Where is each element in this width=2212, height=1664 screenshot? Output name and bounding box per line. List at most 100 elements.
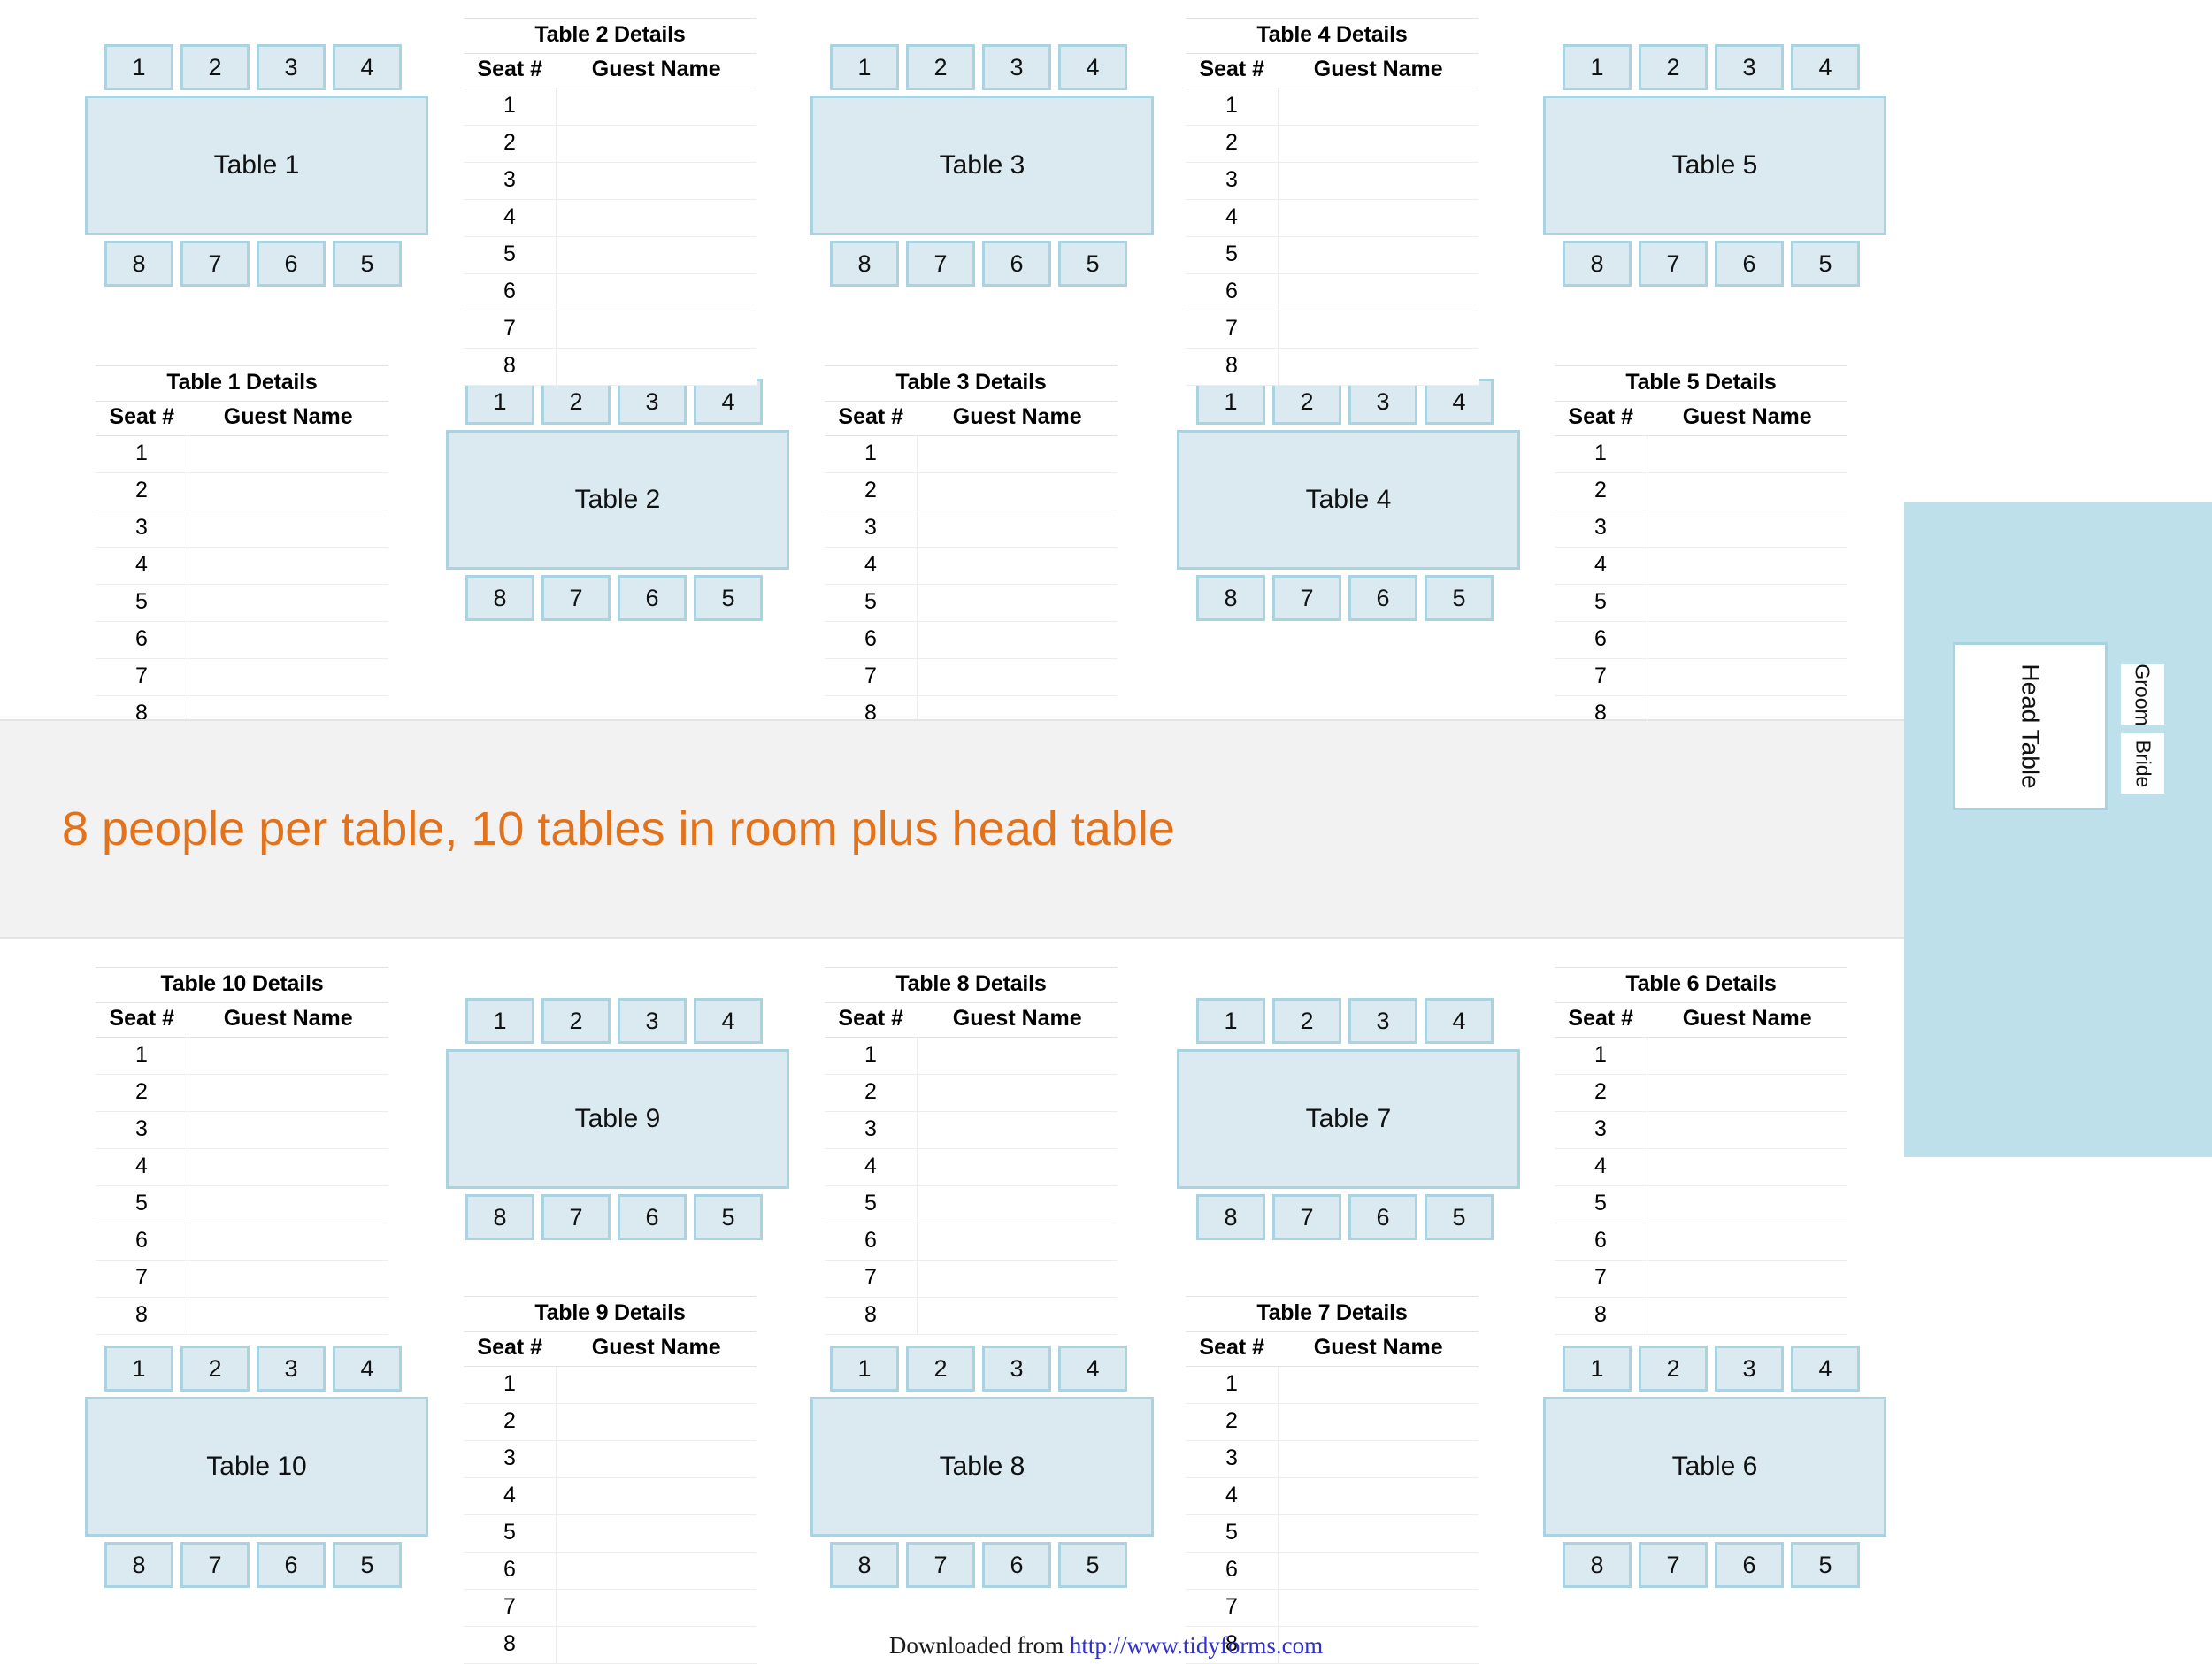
seat-3[interactable]: 3 — [982, 1346, 1051, 1392]
seat-6[interactable]: 6 — [257, 1542, 326, 1588]
guest-name-cell[interactable] — [1278, 1440, 1479, 1478]
table-body-1[interactable]: Table 1 — [85, 96, 428, 235]
guest-name-cell[interactable] — [917, 1185, 1118, 1223]
seat-1[interactable]: 1 — [104, 1346, 173, 1392]
seat-7[interactable]: 7 — [906, 1542, 975, 1588]
guest-name-cell[interactable] — [1278, 1477, 1479, 1515]
seat-7[interactable]: 7 — [1272, 575, 1341, 621]
table-body-10[interactable]: Table 10 — [85, 1397, 428, 1537]
guest-name-cell[interactable] — [917, 1037, 1118, 1075]
guest-name-cell[interactable] — [917, 621, 1118, 659]
seat-6[interactable]: 6 — [1348, 1194, 1417, 1240]
guest-name-cell[interactable] — [917, 472, 1118, 510]
guest-name-cell[interactable] — [1647, 584, 1847, 622]
guest-name-cell[interactable] — [188, 1074, 388, 1112]
guest-name-cell[interactable] — [556, 162, 757, 200]
seat-6[interactable]: 6 — [618, 575, 687, 621]
guest-name-cell[interactable] — [1647, 1111, 1847, 1149]
seat-6[interactable]: 6 — [1715, 1542, 1784, 1588]
seat-1[interactable]: 1 — [1563, 1346, 1632, 1392]
guest-name-cell[interactable] — [188, 1260, 388, 1298]
seat-8[interactable]: 8 — [830, 241, 899, 287]
guest-name-cell[interactable] — [1278, 1403, 1479, 1441]
guest-name-cell[interactable] — [1278, 199, 1479, 237]
guest-name-cell[interactable] — [1278, 273, 1479, 311]
guest-name-cell[interactable] — [1278, 125, 1479, 163]
guest-name-cell[interactable] — [1278, 1366, 1479, 1404]
footer-source-link[interactable]: http://www.tidyforms.com — [1070, 1632, 1323, 1659]
guest-name-cell[interactable] — [1647, 547, 1847, 585]
guest-name-cell[interactable] — [188, 1037, 388, 1075]
guest-name-cell[interactable] — [188, 472, 388, 510]
guest-name-cell[interactable] — [556, 1366, 757, 1404]
seat-6[interactable]: 6 — [257, 241, 326, 287]
guest-name-cell[interactable] — [1647, 1223, 1847, 1261]
bride-seat-box[interactable]: Bride — [2118, 731, 2167, 796]
guest-name-cell[interactable] — [1647, 621, 1847, 659]
guest-name-cell[interactable] — [1647, 435, 1847, 473]
guest-name-cell[interactable] — [556, 1403, 757, 1441]
seat-8[interactable]: 8 — [104, 241, 173, 287]
guest-name-cell[interactable] — [188, 1148, 388, 1186]
guest-name-cell[interactable] — [556, 1477, 757, 1515]
seat-7[interactable]: 7 — [1639, 241, 1708, 287]
seat-2[interactable]: 2 — [541, 998, 611, 1044]
guest-name-cell[interactable] — [917, 1223, 1118, 1261]
seat-5[interactable]: 5 — [1058, 241, 1127, 287]
guest-name-cell[interactable] — [188, 1185, 388, 1223]
guest-name-cell[interactable] — [188, 1297, 388, 1335]
seat-1[interactable]: 1 — [104, 44, 173, 90]
seat-5[interactable]: 5 — [1425, 1194, 1494, 1240]
table-body-5[interactable]: Table 5 — [1543, 96, 1886, 235]
guest-name-cell[interactable] — [188, 621, 388, 659]
guest-name-cell[interactable] — [917, 584, 1118, 622]
guest-name-cell[interactable] — [1278, 162, 1479, 200]
table-body-4[interactable]: Table 4 — [1177, 430, 1520, 570]
seat-8[interactable]: 8 — [1563, 241, 1632, 287]
guest-name-cell[interactable] — [556, 199, 757, 237]
seat-2[interactable]: 2 — [180, 1346, 250, 1392]
seat-1[interactable]: 1 — [830, 44, 899, 90]
seat-3[interactable]: 3 — [618, 998, 687, 1044]
seat-7[interactable]: 7 — [906, 241, 975, 287]
guest-name-cell[interactable] — [1278, 1552, 1479, 1590]
seat-3[interactable]: 3 — [1348, 998, 1417, 1044]
guest-name-cell[interactable] — [556, 273, 757, 311]
table-body-7[interactable]: Table 7 — [1177, 1049, 1520, 1189]
guest-name-cell[interactable] — [1647, 1037, 1847, 1075]
seat-3[interactable]: 3 — [1715, 44, 1784, 90]
seat-8[interactable]: 8 — [465, 1194, 534, 1240]
seat-2[interactable]: 2 — [1272, 998, 1341, 1044]
guest-name-cell[interactable] — [1278, 88, 1479, 126]
seat-4[interactable]: 4 — [333, 1346, 402, 1392]
guest-name-cell[interactable] — [1278, 311, 1479, 349]
seat-2[interactable]: 2 — [180, 44, 250, 90]
guest-name-cell[interactable] — [1647, 472, 1847, 510]
guest-name-cell[interactable] — [188, 1111, 388, 1149]
seat-2[interactable]: 2 — [906, 1346, 975, 1392]
seat-7[interactable]: 7 — [180, 241, 250, 287]
seat-1[interactable]: 1 — [1196, 998, 1265, 1044]
guest-name-cell[interactable] — [556, 348, 757, 386]
seat-4[interactable]: 4 — [1425, 998, 1494, 1044]
seat-3[interactable]: 3 — [1715, 1346, 1784, 1392]
guest-name-cell[interactable] — [1647, 1074, 1847, 1112]
table-body-3[interactable]: Table 3 — [810, 96, 1154, 235]
seat-5[interactable]: 5 — [694, 1194, 763, 1240]
seat-3[interactable]: 3 — [257, 44, 326, 90]
groom-seat-box[interactable]: Groom — [2118, 662, 2167, 727]
guest-name-cell[interactable] — [1278, 236, 1479, 274]
guest-name-cell[interactable] — [917, 1297, 1118, 1335]
seat-5[interactable]: 5 — [333, 1542, 402, 1588]
seat-5[interactable]: 5 — [1425, 575, 1494, 621]
head-table-box[interactable]: Head Table — [1953, 642, 2108, 810]
seat-3[interactable]: 3 — [257, 1346, 326, 1392]
table-body-6[interactable]: Table 6 — [1543, 1397, 1886, 1537]
guest-name-cell[interactable] — [556, 1440, 757, 1478]
seat-7[interactable]: 7 — [180, 1542, 250, 1588]
seat-4[interactable]: 4 — [1791, 1346, 1860, 1392]
seat-2[interactable]: 2 — [1639, 1346, 1708, 1392]
guest-name-cell[interactable] — [188, 547, 388, 585]
guest-name-cell[interactable] — [556, 1589, 757, 1627]
guest-name-cell[interactable] — [917, 1111, 1118, 1149]
